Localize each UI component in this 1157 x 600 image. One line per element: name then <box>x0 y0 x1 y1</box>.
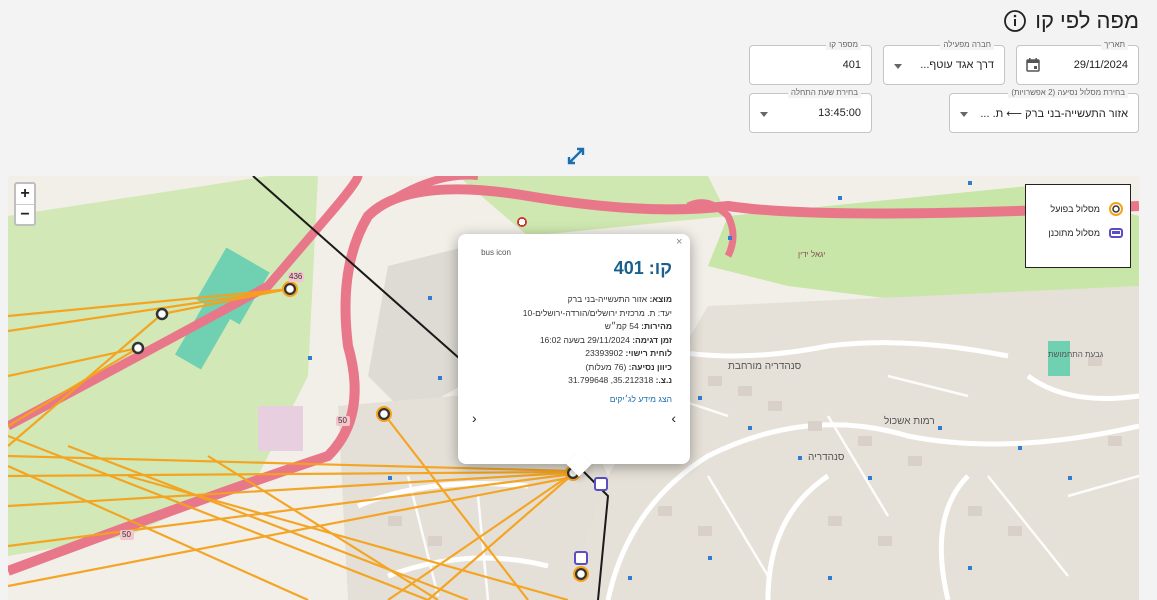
popup-coords: נ.צ.: 35.212318, 31.799648 <box>568 375 672 385</box>
legend-item-planned: מסלול מתוכנן <box>1032 221 1124 245</box>
operator-select[interactable]: חברה מפעילה דרך אגד עוטף... <box>883 40 1005 85</box>
route-label: בחירת מסלול נסיעה (2 אפשרויות) <box>1008 88 1128 98</box>
popup-next-button[interactable]: ‹ <box>472 410 477 426</box>
start-time-value: 13:45:00 <box>818 107 861 119</box>
chevron-down-icon[interactable] <box>960 112 968 117</box>
road-sign-50: 50 <box>122 530 131 539</box>
zoom-out-button[interactable]: − <box>16 204 34 224</box>
zoom-control: + − <box>14 182 36 226</box>
road-sign-436: 436 <box>289 272 303 281</box>
close-icon[interactable]: × <box>676 236 682 248</box>
popup-line-number: 401 <box>613 258 644 278</box>
map-label-road-yigal-yadin: יגאל ידין <box>798 250 826 259</box>
legend-label-planned: מסלול מתוכנן <box>1048 228 1100 238</box>
vehicle-popup: × bus icon קו: 401 מוצא: אזור התעשייה-בנ… <box>458 234 690 477</box>
line-number-value: 401 <box>842 59 861 71</box>
map[interactable]: סנהדריה רמות אשכול סנהדריה מורחבת יגאל י… <box>8 176 1139 600</box>
map-label-road-givat-hatahmoshet: גבעת התחמושת <box>1048 350 1104 359</box>
popup-origin: מוצא: אזור התעשייה-בני ברק <box>567 294 672 304</box>
line-number-field[interactable]: מספר קו 401 <box>749 40 872 85</box>
popup-line-label: קו: <box>648 258 672 278</box>
map-legend: מסלול בפועל מסלול מתוכנן <box>1025 184 1131 268</box>
bus-image: bus icon <box>481 248 511 257</box>
zoom-in-button[interactable]: + <box>16 184 34 204</box>
bus-stop-orange-icon <box>1108 201 1124 217</box>
popup-plate: לוחית רישוי: 23393902 <box>585 348 672 358</box>
expand-icon[interactable] <box>566 146 586 166</box>
route-value: אזור התעשייה-בני ברק ⟵ ת. ... <box>980 108 1128 120</box>
chevron-down-icon[interactable] <box>760 112 768 117</box>
page-header: מפה לפי קו <box>1003 8 1139 34</box>
info-icon[interactable] <box>1003 9 1027 33</box>
popup-prev-button[interactable]: › <box>671 410 676 426</box>
bus-purple-icon <box>1108 225 1124 241</box>
popup-speed: מהירות: 54 קמ״ש <box>604 321 672 331</box>
start-time-label: בחירת שעת התחלה <box>787 88 861 98</box>
date-field[interactable]: תאריך 29/11/2024 <box>1016 40 1139 85</box>
map-label-neighborhood-ramot-eshkol: רמות אשכול <box>884 416 935 427</box>
date-label: תאריך <box>1100 40 1128 50</box>
date-value: 29/11/2024 <box>1073 59 1128 71</box>
operator-label: חברה מפעילה <box>940 40 994 50</box>
map-label-neighborhood-sanhedria: סנהדריה <box>808 452 845 463</box>
popup-sample-time: זמן דגימה: 29/11/2024 בשעה 16:02 <box>539 334 672 345</box>
popup-details: מוצא: אזור התעשייה-בני ברק יעד: ת. מרכזי… <box>476 293 672 388</box>
map-label-neighborhood-sanhedria-murhevet: סנהדריה מורחבת <box>728 361 802 372</box>
legend-item-actual: מסלול בפועל <box>1032 197 1124 221</box>
calendar-icon[interactable] <box>1025 57 1041 73</box>
start-time-select[interactable]: בחירת שעת התחלה 13:45:00 <box>749 88 872 133</box>
page-title: מפה לפי קו <box>1035 8 1139 33</box>
chevron-down-icon[interactable] <box>894 64 902 69</box>
route-select[interactable]: בחירת מסלול נסיעה (2 אפשרויות) אזור התעש… <box>949 88 1139 133</box>
popup-destination: יעד: ת. מרכזית ירושלים/הורדה-ירושלים-10 <box>522 307 672 318</box>
popup-gtfs-link[interactable]: הצג מידע לג׳יקים <box>476 394 672 404</box>
popup-direction: כיוון נסיעה: (76 מעלות) <box>585 361 673 372</box>
line-number-label: מספר קו <box>826 40 861 50</box>
operator-value: דרך אגד עוטף... <box>920 59 994 71</box>
legend-label-actual: מסלול בפועל <box>1050 204 1100 214</box>
road-sign-50: 50 <box>338 416 347 425</box>
popup-line-title: קו: 401 <box>476 258 672 279</box>
